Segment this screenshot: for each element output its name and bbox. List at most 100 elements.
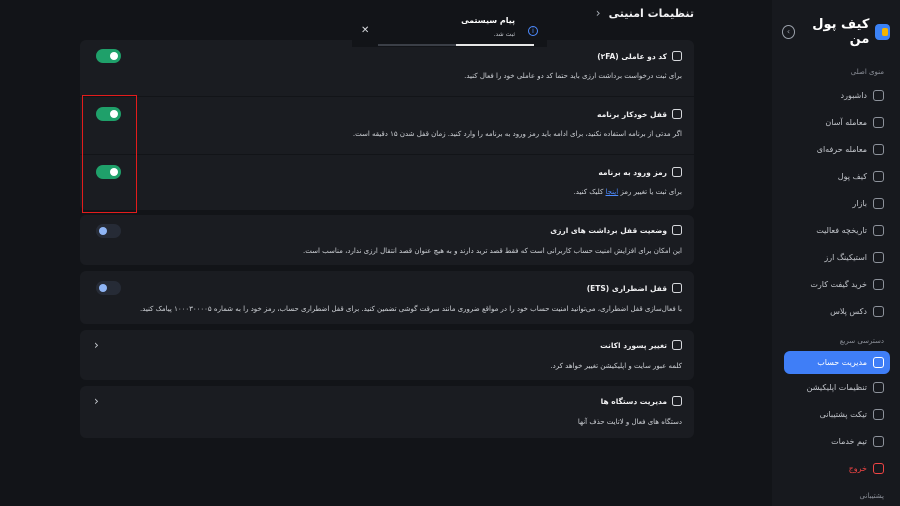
here-link[interactable]: اینجا bbox=[606, 188, 619, 196]
gift-card-icon bbox=[873, 279, 884, 290]
sidebar-item-label: استیکینگ ارز bbox=[824, 253, 867, 262]
chevron-left-icon[interactable]: ‹ bbox=[94, 394, 99, 408]
page-header: تنظیمات امنیتی ‹ bbox=[596, 0, 694, 26]
sidebar: کیف پول من › منوی اصلی داشبورد معامله آس… bbox=[772, 0, 900, 506]
setting-row-change-password: تغییر پسورد اکانت bbox=[600, 340, 682, 350]
lock-icon bbox=[672, 283, 682, 293]
change-password-card[interactable]: تغییر پسورد اکانت کلمه عبور سایت و اپلیک… bbox=[80, 330, 694, 380]
setting-title: تغییر پسورد اکانت bbox=[600, 340, 667, 350]
sidebar-item-gift-card[interactable]: خرید گیفت کارت bbox=[772, 271, 900, 298]
toggle-emergency-lock[interactable] bbox=[96, 281, 121, 295]
toggle-knob bbox=[99, 284, 107, 292]
sidebar-item-label: مدیریت حساب bbox=[817, 358, 867, 367]
security-card-withdraw-lock: وضعیت قفل برداشت های ارزی این امکان برای… bbox=[80, 215, 694, 265]
close-icon[interactable]: ✕ bbox=[361, 25, 369, 36]
sidebar-item-label: تیکت پشتیبانی bbox=[819, 410, 867, 419]
collapse-arrow-icon[interactable]: › bbox=[782, 25, 796, 39]
sidebar-item-label: داشبورد bbox=[840, 91, 867, 100]
market-icon bbox=[873, 198, 884, 209]
lock-icon bbox=[672, 109, 682, 119]
wallet-icon bbox=[873, 171, 884, 182]
history-icon bbox=[873, 225, 884, 236]
toggle-withdraw-lock[interactable] bbox=[96, 224, 121, 238]
wallet-logo-icon bbox=[875, 24, 890, 40]
brand-logo[interactable]: کیف پول من bbox=[795, 17, 890, 47]
page-title: تنظیمات امنیتی bbox=[608, 6, 694, 20]
section-title-main: منوی اصلی bbox=[850, 68, 884, 76]
setting-desc: با فعال‌سازی قفل اضطراری، می‌توانید امنی… bbox=[139, 305, 682, 313]
toast-subtitle: ثبت شد. bbox=[493, 31, 515, 38]
security-card-main: کد دو عاملی (۲FA) برای ثبت درخواست برداش… bbox=[80, 40, 694, 210]
setting-desc: اگر مدتی از برنامه استفاده نکنید، برای ا… bbox=[352, 130, 682, 138]
toast-notification: پیام سیستمی ثبت شد. i ✕ bbox=[352, 0, 547, 47]
setting-title: قفل اضطراری (ETS) bbox=[586, 283, 667, 293]
setting-row-auto-lock: قفل خودکار برنامه bbox=[597, 109, 682, 119]
sidebar-item-label: کیف پول bbox=[837, 172, 867, 181]
desc-after: کلیک کنید. bbox=[573, 188, 604, 196]
setting-desc: برای ثبت درخواست برداشت ارزی باید حتما ک… bbox=[464, 72, 682, 80]
sidebar-item-label: خرید گیفت کارت bbox=[810, 280, 867, 289]
pro-trade-icon bbox=[873, 144, 884, 155]
logout-icon bbox=[873, 463, 884, 474]
logout-button[interactable]: خروج bbox=[772, 455, 900, 482]
chevron-left-icon[interactable]: ‹ bbox=[94, 338, 99, 352]
sidebar-item-label: معامله حرفه‌ای bbox=[816, 145, 867, 154]
dashboard-icon bbox=[873, 90, 884, 101]
sidebar-item-easy-trade[interactable]: معامله آسان bbox=[772, 109, 900, 136]
toast-progress-fill bbox=[456, 44, 534, 46]
setting-row-devices: مدیریت دستگاه ها bbox=[601, 396, 682, 406]
logout-label: خروج bbox=[848, 464, 867, 473]
setting-title: قفل خودکار برنامه bbox=[597, 109, 667, 119]
toggle-2fa[interactable] bbox=[96, 49, 121, 63]
section-title-quick: دسترسی سریع bbox=[839, 337, 884, 345]
dex-plus-icon bbox=[873, 306, 884, 317]
sidebar-item-label: بازار bbox=[852, 199, 867, 208]
easy-trade-icon bbox=[873, 117, 884, 128]
setting-desc: دستگاه های فعال و لاتایت حذف آنها bbox=[577, 418, 682, 426]
sidebar-item-app-settings[interactable]: تنظیمات اپلیکیشن bbox=[772, 374, 900, 401]
sidebar-item-label: تنظیمات اپلیکیشن bbox=[806, 383, 867, 392]
setting-title: وضعیت قفل برداشت های ارزی bbox=[550, 225, 667, 235]
sidebar-item-account[interactable]: مدیریت حساب bbox=[784, 351, 890, 374]
logo-row: کیف پول من › bbox=[772, 0, 900, 64]
setting-row-app-password: رمز ورود به برنامه bbox=[598, 167, 682, 177]
sidebar-item-dex-plus[interactable]: دکس پلاس bbox=[772, 298, 900, 325]
toggle-knob bbox=[110, 52, 118, 60]
password-icon bbox=[672, 340, 682, 350]
sidebar-item-pro-trade[interactable]: معامله حرفه‌ای bbox=[772, 136, 900, 163]
sidebar-item-dashboard[interactable]: داشبورد bbox=[772, 82, 900, 109]
sidebar-item-label: تیم خدمات bbox=[831, 437, 867, 446]
chevron-right-icon[interactable]: ‹ bbox=[596, 6, 601, 20]
section-title-support: پشتیبانی bbox=[859, 492, 884, 500]
sidebar-item-label: تاریخچه فعالیت bbox=[816, 226, 867, 235]
toast-title: پیام سیستمی bbox=[461, 16, 515, 25]
settings-icon bbox=[873, 382, 884, 393]
sidebar-item-wallet[interactable]: کیف پول bbox=[772, 163, 900, 190]
divider bbox=[80, 96, 694, 97]
sidebar-item-history[interactable]: تاریخچه فعالیت bbox=[772, 217, 900, 244]
sidebar-item-market[interactable]: بازار bbox=[772, 190, 900, 217]
toggle-knob bbox=[99, 227, 107, 235]
setting-desc: برای ثبت یا تغییر رمز اینجا کلیک کنید. bbox=[574, 188, 682, 196]
device-management-card[interactable]: مدیریت دستگاه ها دستگاه های فعال و لاتای… bbox=[80, 386, 694, 438]
toast-progress bbox=[378, 44, 534, 46]
sidebar-item-label: دکس پلاس bbox=[830, 307, 867, 316]
setting-title: رمز ورود به برنامه bbox=[598, 167, 667, 177]
sidebar-item-team[interactable]: تیم خدمات bbox=[772, 428, 900, 455]
sidebar-item-ticket[interactable]: تیکت پشتیبانی bbox=[772, 401, 900, 428]
setting-title: مدیریت دستگاه ها bbox=[600, 396, 667, 406]
setting-row-emergency-lock: قفل اضطراری (ETS) bbox=[587, 283, 682, 293]
brand-name: کیف پول من bbox=[812, 17, 870, 47]
account-icon bbox=[873, 357, 884, 368]
desc-before: برای ثبت یا تغییر رمز bbox=[620, 188, 682, 196]
grid-icon bbox=[672, 51, 682, 61]
staking-icon bbox=[873, 252, 884, 263]
sidebar-item-label: معامله آسان bbox=[825, 118, 867, 127]
setting-desc: این امکان برای افزایش امنیت حساب کاربران… bbox=[303, 247, 682, 255]
setting-row-2fa: کد دو عاملی (۲FA) bbox=[597, 51, 682, 61]
team-icon bbox=[873, 436, 884, 447]
sidebar-item-staking[interactable]: استیکینگ ارز bbox=[772, 244, 900, 271]
setting-title: کد دو عاملی (۲FA) bbox=[597, 51, 667, 61]
security-card-emergency-lock: قفل اضطراری (ETS) با فعال‌سازی قفل اضطرا… bbox=[80, 271, 694, 324]
highlight-box bbox=[82, 95, 137, 213]
